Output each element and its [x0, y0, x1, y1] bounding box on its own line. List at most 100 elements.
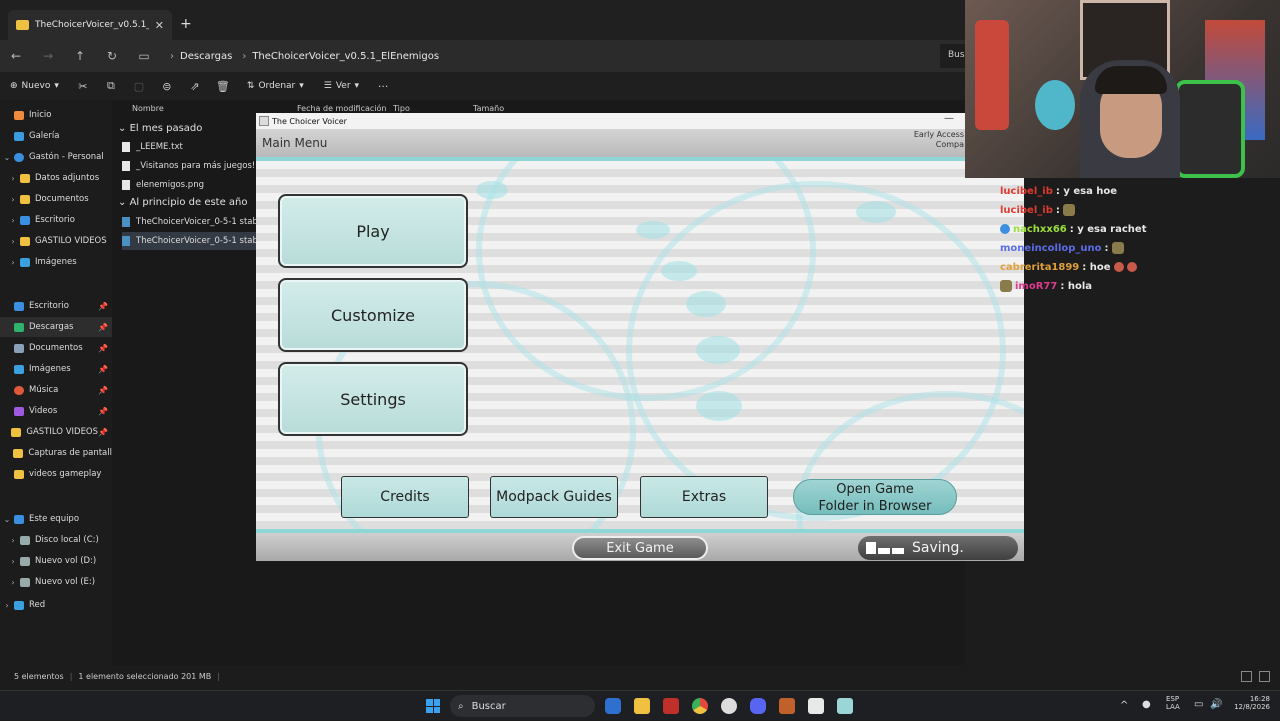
notepad-icon[interactable]: [808, 698, 824, 714]
decor-bubble: [686, 291, 726, 317]
column-header-date[interactable]: Fecha de modificación: [297, 104, 386, 113]
quick-videos[interactable]: Videos 📌: [0, 401, 112, 421]
refresh-icon[interactable]: ↻: [96, 49, 128, 63]
view-button[interactable]: ☰ Ver ▾: [314, 81, 369, 91]
nav-item-disco-d[interactable]: › Nuevo vol (D:): [0, 551, 112, 571]
chevron-right-icon[interactable]: ›: [0, 601, 14, 610]
settings-button[interactable]: Settings: [278, 362, 468, 436]
back-icon[interactable]: ←: [0, 49, 32, 63]
discord-icon[interactable]: [750, 698, 766, 714]
new-button[interactable]: ⊕ Nuevo ▾: [0, 81, 69, 91]
minimize-icon[interactable]: —: [944, 113, 954, 124]
network-icon[interactable]: ▭: [1194, 699, 1203, 710]
game-app-icon[interactable]: [837, 698, 853, 714]
new-button-label: Nuevo: [21, 81, 51, 91]
nav-item-inicio[interactable]: Inicio: [0, 105, 112, 125]
windows-start-icon[interactable]: [426, 699, 440, 713]
file-row[interactable]: TheChoicerVoicer_0-5-1 stable co: [122, 213, 278, 231]
sort-button[interactable]: ⇅ Ordenar ▾: [237, 81, 314, 91]
paste-icon[interactable]: ▢: [125, 80, 153, 93]
rename-icon[interactable]: ⊜: [153, 80, 181, 93]
nav-item-documentos[interactable]: › Documentos: [0, 189, 112, 209]
extras-button[interactable]: Extras: [640, 476, 768, 518]
copy-icon[interactable]: ⧉: [97, 79, 125, 93]
nav-item-disco-e[interactable]: › Nuevo vol (E:): [0, 572, 112, 592]
document-icon: [14, 343, 24, 353]
nav-item-onedrive[interactable]: ⌄ Gastón - Personal: [0, 147, 112, 167]
close-tab-icon[interactable]: ✕: [155, 19, 164, 32]
nav-item-datos-adjuntos[interactable]: › Datos adjuntos: [0, 168, 112, 188]
chevron-down-icon[interactable]: ⌄: [0, 515, 14, 524]
breadcrumb-descargas[interactable]: Descargas: [180, 51, 232, 62]
file-row[interactable]: elenemigos.png: [122, 176, 204, 194]
forward-icon[interactable]: →: [32, 49, 64, 63]
microphone-icon[interactable]: ●: [1142, 699, 1151, 710]
customize-button[interactable]: Customize: [278, 278, 468, 352]
chevron-right-icon[interactable]: ›: [6, 536, 20, 545]
quick-videos-gameplay[interactable]: videos gameplay: [0, 464, 112, 484]
details-view-icon[interactable]: [1241, 670, 1252, 682]
nav-item-escritorio[interactable]: › Escritorio: [0, 210, 112, 230]
computer-icon[interactable]: ▭: [128, 49, 160, 63]
file-row[interactable]: _LEEME.txt: [122, 138, 183, 156]
more-icon[interactable]: ···: [369, 80, 397, 93]
column-header-name[interactable]: Nombre: [132, 104, 164, 113]
quick-musica[interactable]: Música 📌: [0, 380, 112, 400]
modpack-guides-button[interactable]: Modpack Guides: [490, 476, 618, 518]
chevron-right-icon[interactable]: ›: [6, 174, 20, 183]
language-indicator[interactable]: ESP LAA: [1166, 695, 1180, 711]
file-row[interactable]: _Visitanos para más juegos!: [122, 157, 255, 175]
group-header-last-month[interactable]: ⌄ El mes pasado: [118, 123, 202, 134]
chevron-right-icon[interactable]: ›: [6, 557, 20, 566]
explorer-tab[interactable]: TheChoicerVoicer_v0.5.1_ElEne ✕: [8, 10, 172, 40]
cloud-icon: [14, 152, 24, 162]
share-icon[interactable]: ⇗: [181, 80, 209, 93]
app-icon[interactable]: [779, 698, 795, 714]
game-header: Main Menu Early Access Compa: [256, 129, 1024, 161]
chrome-icon[interactable]: [692, 698, 708, 714]
tiles-view-icon[interactable]: [1259, 670, 1270, 682]
exit-game-button[interactable]: Exit Game: [572, 536, 708, 560]
quick-descargas[interactable]: Descargas 📌: [0, 317, 112, 337]
app-icon[interactable]: [663, 698, 679, 714]
nav-item-este-equipo[interactable]: ⌄ Este equipo: [0, 509, 112, 529]
gallery-icon: [14, 131, 24, 141]
credits-button[interactable]: Credits: [341, 476, 469, 518]
play-button[interactable]: Play: [278, 194, 468, 268]
column-header-type[interactable]: Tipo: [393, 104, 410, 113]
chevron-right-icon[interactable]: ›: [6, 195, 20, 204]
chevron-right-icon[interactable]: ›: [6, 258, 20, 267]
file-explorer-icon[interactable]: [634, 698, 650, 714]
nav-item-gastilo[interactable]: › GASTILO VIDEOS: [0, 231, 112, 251]
nav-item-disco-c[interactable]: › Disco local (C:): [0, 530, 112, 550]
quick-capturas[interactable]: Capturas de pantall: [0, 443, 112, 463]
clock[interactable]: 16:28 12/8/2026: [1228, 695, 1270, 711]
breadcrumb-folder[interactable]: TheChoicerVoicer_v0.5.1_ElEnemigos: [252, 51, 439, 62]
chevron-right-icon[interactable]: ›: [6, 216, 20, 225]
app-icon[interactable]: [721, 698, 737, 714]
search-input[interactable]: Busc: [940, 44, 965, 68]
chat-message: lucibel_ib :: [1000, 201, 1075, 219]
security-app-icon[interactable]: [605, 698, 621, 714]
nav-item-red[interactable]: › Red: [0, 595, 112, 615]
quick-escritorio[interactable]: Escritorio 📌: [0, 296, 112, 316]
volume-icon[interactable]: 🔊: [1210, 699, 1222, 710]
chevron-right-icon[interactable]: ›: [6, 578, 20, 587]
delete-icon[interactable]: 🗑: [209, 80, 237, 93]
column-header-size[interactable]: Tamaño: [473, 104, 504, 113]
cut-icon[interactable]: ✂: [69, 80, 97, 93]
quick-documentos[interactable]: Documentos 📌: [0, 338, 112, 358]
chevron-down-icon[interactable]: ⌄: [0, 153, 14, 162]
group-header-early-year[interactable]: ⌄ Al principio de este año: [118, 197, 248, 208]
open-game-folder-button[interactable]: Open Game Folder in Browser: [793, 479, 957, 515]
new-tab-icon[interactable]: +: [180, 16, 192, 32]
taskbar-search[interactable]: ⌕ Buscar: [450, 695, 595, 717]
chevron-up-icon[interactable]: ^: [1120, 700, 1128, 711]
nav-item-imagenes[interactable]: › Imágenes: [0, 252, 112, 272]
quick-imagenes[interactable]: Imágenes 📌: [0, 359, 112, 379]
desktop-icon: [14, 301, 24, 311]
nav-item-galeria[interactable]: Galería: [0, 126, 112, 146]
up-icon[interactable]: ↑: [64, 49, 96, 63]
quick-gastilo[interactable]: GASTILO VIDEOS 📌: [0, 422, 112, 442]
chevron-right-icon[interactable]: ›: [6, 237, 20, 246]
